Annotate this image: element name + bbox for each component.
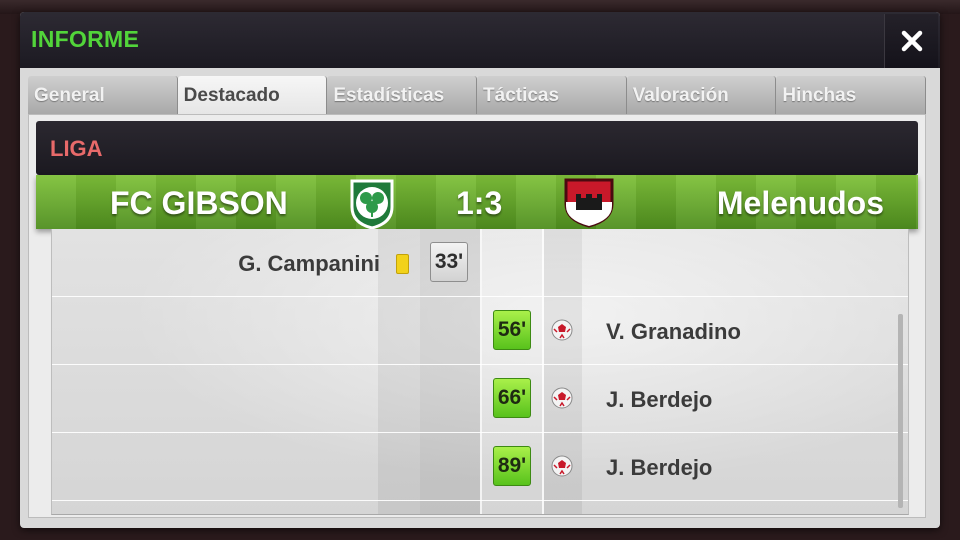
scrollbar[interactable] [898, 314, 903, 508]
soccer-ball-icon [551, 319, 573, 341]
tab-bar: General Destacado Estadísticas Tácticas … [28, 76, 927, 114]
close-button[interactable] [884, 14, 938, 68]
tab-label: General [34, 85, 105, 106]
tab-destacado[interactable]: Destacado [177, 76, 328, 114]
away-team-name: Melenudos [716, 185, 884, 221]
match-score: 1:3 [456, 185, 503, 221]
event-minute: 33' [430, 242, 468, 282]
event-minute: 56' [493, 310, 531, 350]
event-row: 89' J. Berdejo [52, 433, 908, 501]
panel-header: INFORME [20, 12, 940, 68]
tab-label: Estadísticas [333, 85, 445, 106]
event-player: J. Berdejo [606, 455, 713, 480]
tab-hinchas[interactable]: Hinchas [776, 76, 927, 114]
event-row: G. Campanini 33' [52, 229, 908, 297]
event-row: 56' V. Granadino [52, 297, 908, 365]
clover-crest-icon [350, 179, 394, 229]
tab-estadisticas[interactable]: Estadísticas [327, 76, 478, 114]
event-row: 66' J. Berdejo [52, 365, 908, 433]
red-castle-crest-icon [564, 178, 614, 228]
event-player: J. Berdejo [606, 387, 713, 412]
yellow-card-icon [396, 254, 409, 274]
event-minute: 66' [493, 378, 531, 418]
competition-label: LIGA [50, 136, 103, 161]
tab-general[interactable]: General [28, 76, 178, 114]
scoreboard: FC GIBSON 1:3 Melenudos [36, 175, 918, 229]
tab-label: Hinchas [782, 85, 857, 106]
events-list: G. Campanini 33' 56' V. Granadino 66' J.… [51, 229, 909, 515]
tab-tacticas[interactable]: Tácticas [477, 76, 627, 114]
soccer-ball-icon [551, 387, 573, 409]
event-minute: 89' [493, 446, 531, 486]
highlights-content: LIGA FC GIBSON 1:3 Melenudos G. Campanin… [28, 114, 926, 518]
panel-title: INFORME [31, 26, 140, 52]
close-icon [901, 30, 922, 52]
report-panel: INFORME General Destacado Estadísticas T… [20, 12, 940, 528]
home-team-name: FC GIBSON [110, 185, 288, 221]
event-player: V. Granadino [606, 319, 741, 344]
competition-bar: LIGA [36, 121, 918, 175]
event-player: G. Campanini [238, 251, 380, 276]
tab-valoracion[interactable]: Valoración [626, 76, 777, 114]
tab-label: Destacado [183, 85, 280, 106]
tab-label: Tácticas [483, 85, 560, 106]
tab-label: Valoración [632, 85, 729, 106]
soccer-ball-icon [551, 455, 573, 477]
